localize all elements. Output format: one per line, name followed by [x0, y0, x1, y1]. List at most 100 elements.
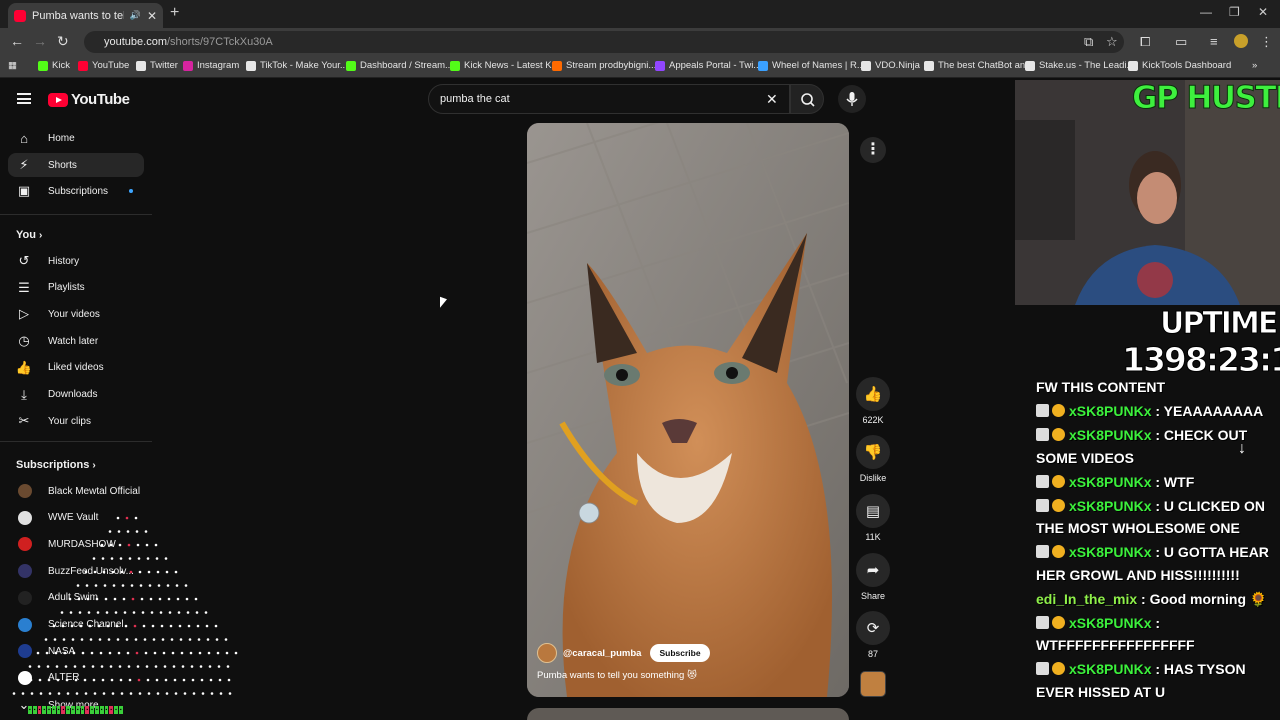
- close-tab-icon[interactable]: ✕: [147, 9, 157, 23]
- chat-username[interactable]: xSK8PUNKx: [1069, 403, 1151, 419]
- address-bar[interactable]: youtube.com/shorts/97CTckXu30A: [84, 31, 1124, 53]
- like-button[interactable]: 👍 622K: [856, 377, 890, 425]
- install-icon[interactable]: ⧉: [1084, 34, 1093, 50]
- overlay-dot: [159, 611, 163, 614]
- share-button[interactable]: ➦ Share: [856, 553, 890, 601]
- comment-count: 11K: [865, 532, 881, 542]
- bookmark-favicon-icon: [346, 60, 356, 71]
- back-button[interactable]: ←: [10, 33, 24, 49]
- subscriber-badge-icon: [1052, 545, 1065, 558]
- chat-username[interactable]: edi_In_the_mix: [1036, 591, 1137, 607]
- chat-username[interactable]: xSK8PUNKx: [1069, 427, 1151, 443]
- chat-username[interactable]: xSK8PUNKx: [1069, 615, 1151, 631]
- bookmark-item[interactable]: Instagram: [183, 60, 239, 71]
- overlay-dot: [97, 624, 101, 628]
- channel-name[interactable]: @caracal_pumba: [563, 648, 641, 659]
- bookmark-item[interactable]: Twitter: [136, 60, 178, 71]
- bookmark-item[interactable]: TikTok - Make Your...: [246, 60, 348, 71]
- remix-button[interactable]: ⟳ 87: [856, 611, 890, 659]
- extensions-icon[interactable]: ⧠: [1140, 34, 1150, 50]
- bookmark-item[interactable]: Wheel of Names | R...: [758, 60, 865, 71]
- cast-icon[interactable]: ▭: [1175, 34, 1187, 50]
- dislike-button[interactable]: 👎 Dislike: [853, 435, 893, 483]
- overlay-dot: [136, 543, 140, 547]
- strip-cell: ▪: [104, 706, 109, 714]
- next-short-preview[interactable]: [527, 708, 849, 720]
- sidebar-item-playlists[interactable]: ☰ Playlists: [8, 276, 144, 300]
- overlay-dot: [209, 678, 213, 682]
- restore-button[interactable]: ❐: [1229, 5, 1240, 19]
- bookmark-item[interactable]: Appeals Portal - Twi...: [655, 60, 761, 71]
- overlay-dot: [87, 611, 91, 614]
- sidebar-item-history[interactable]: ↺ History: [8, 249, 144, 273]
- overlay-dot: [161, 638, 165, 641]
- overlay-dot: [94, 584, 98, 587]
- bookmark-favicon-icon: [655, 60, 665, 71]
- search-input[interactable]: pumba the cat: [428, 84, 790, 114]
- sidebar-divider: [0, 214, 152, 215]
- bookmark-item[interactable]: Stream prodbybigni...: [552, 60, 656, 71]
- profile-avatar[interactable]: [1234, 34, 1248, 48]
- search-button[interactable]: [790, 84, 824, 114]
- sidebar-item-watch-later[interactable]: ◷ Watch later: [8, 329, 144, 353]
- hamburger-menu-icon[interactable]: [17, 93, 31, 104]
- sidebar-item-your-clips[interactable]: ✂ Your clips: [8, 409, 144, 433]
- overlay-dot: [38, 678, 42, 682]
- overlay-dot: [75, 692, 79, 695]
- chat-scroll-down-icon[interactable]: ↓: [1238, 440, 1246, 458]
- sidebar-item-shorts[interactable]: ⚡ Shorts: [8, 153, 144, 177]
- bookmark-item[interactable]: VDO.Ninja: [861, 60, 920, 71]
- channel-avatar[interactable]: [537, 643, 557, 663]
- short-video-player[interactable]: @caracal_pumba Subscribe Pumba wants to …: [527, 123, 849, 697]
- reload-button[interactable]: ↻: [57, 33, 69, 50]
- comment-icon: ▤: [856, 494, 890, 528]
- sidebar-item-your-videos[interactable]: ▷ Your videos: [8, 302, 144, 326]
- subscriptions-section-header[interactable]: Subscriptions ›: [16, 459, 96, 471]
- sound-thumbnail[interactable]: [860, 671, 886, 697]
- bookmark-item[interactable]: Kick News - Latest K...: [450, 60, 560, 71]
- bookmark-star-icon[interactable]: ☆: [1106, 34, 1118, 50]
- overlay-dot: [102, 570, 106, 574]
- sidebar-item-home[interactable]: ⌂ Home: [8, 126, 144, 150]
- bookmark-item[interactable]: YouTube: [78, 60, 129, 71]
- like-count: 622K: [862, 415, 884, 425]
- comments-button[interactable]: ▤ 11K: [856, 494, 890, 542]
- clear-search-icon[interactable]: ✕: [766, 91, 778, 108]
- chat-message: edi_In_the_mix : Good morning 🌻: [1036, 588, 1276, 611]
- subscription-channel[interactable]: Black Mewtal Official: [8, 479, 144, 503]
- bookmark-favicon-icon: [136, 60, 146, 71]
- browser-tab[interactable]: Pumba wants to tell you so 🔊 ✕: [8, 3, 163, 28]
- overlay-dot: [137, 678, 141, 682]
- minimize-button[interactable]: —: [1200, 5, 1212, 19]
- youtube-logo[interactable]: YouTube: [48, 91, 130, 108]
- strip-cell: ▪: [28, 706, 32, 714]
- bookmark-item[interactable]: Dashboard / Stream...: [346, 60, 453, 71]
- new-tab-button[interactable]: +: [170, 4, 179, 22]
- overlay-dot: [73, 665, 77, 668]
- chat-username[interactable]: xSK8PUNKx: [1069, 661, 1151, 677]
- more-bookmarks-icon[interactable]: »: [1252, 60, 1257, 71]
- short-caption[interactable]: Pumba wants to tell you something 😻: [537, 670, 697, 681]
- apps-icon[interactable]: ▦: [8, 60, 17, 71]
- chat-username[interactable]: xSK8PUNKx: [1069, 498, 1151, 514]
- sidebar-item-liked-videos[interactable]: 👍 Liked videos: [8, 356, 144, 380]
- bookmark-item[interactable]: KickTools Dashboard: [1128, 60, 1231, 71]
- bookmark-item[interactable]: Stake.us - The Leadi...: [1025, 60, 1134, 71]
- media-icon[interactable]: ≡: [1210, 34, 1218, 49]
- sidebar-item-subscriptions[interactable]: ▣ Subscriptions: [8, 179, 144, 203]
- close-window-button[interactable]: ✕: [1258, 5, 1268, 19]
- voice-search-button[interactable]: [838, 85, 866, 113]
- bookmark-item[interactable]: Kick: [38, 60, 70, 71]
- chat-username[interactable]: xSK8PUNKx: [1069, 544, 1151, 560]
- menu-kebab-icon[interactable]: ⋮: [1260, 34, 1273, 50]
- overlay-dot: [228, 692, 232, 695]
- more-options-icon[interactable]: ⋮: [860, 137, 886, 163]
- you-section-header[interactable]: You ›: [16, 229, 42, 241]
- overlay-dot: [86, 597, 90, 601]
- chat-username[interactable]: xSK8PUNKx: [1069, 474, 1151, 490]
- strip-cell: ▪: [80, 706, 85, 714]
- subscribe-button[interactable]: Subscribe: [650, 644, 710, 662]
- forward-button[interactable]: →: [33, 33, 47, 49]
- bookmark-item[interactable]: The best ChatBot an...: [924, 60, 1033, 71]
- sidebar-item-downloads[interactable]: ⤓ Downloads: [8, 383, 144, 407]
